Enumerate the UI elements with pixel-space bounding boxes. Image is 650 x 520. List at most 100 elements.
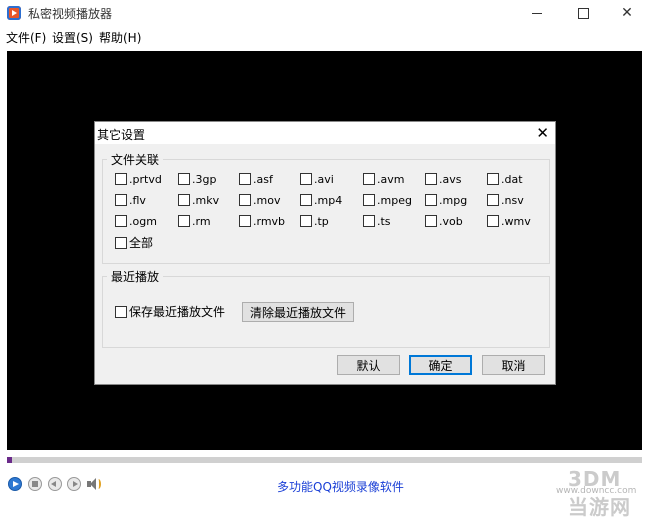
checkbox-vob[interactable]: .vob xyxy=(425,215,463,231)
menu-file[interactable]: 文件(F) xyxy=(6,29,46,46)
sound-wave-icon xyxy=(96,479,101,489)
checkbox-box xyxy=(300,194,312,206)
checkbox-label: .mov xyxy=(253,194,281,207)
recent-play-label: 最近播放 xyxy=(107,268,164,285)
checkbox-rmvb[interactable]: .rmvb xyxy=(239,215,285,231)
window-title: 私密视频播放器 xyxy=(28,7,113,21)
close-icon: ✕ xyxy=(621,5,633,21)
checkbox-label: .asf xyxy=(253,173,273,186)
checkbox-ts[interactable]: .ts xyxy=(363,215,391,231)
checkbox-label: .flv xyxy=(129,194,146,207)
next-button[interactable] xyxy=(67,477,81,491)
close-icon: ✕ xyxy=(536,124,549,142)
checkbox-label: 保存最近播放文件 xyxy=(129,305,226,319)
checkbox-box xyxy=(487,194,499,206)
title-bar: 私密视频播放器 ✕ xyxy=(0,0,650,26)
checkbox-tp[interactable]: .tp xyxy=(300,215,329,231)
checkbox-box xyxy=(425,173,437,185)
checkbox-box xyxy=(239,215,251,227)
ok-button[interactable]: 确定 xyxy=(409,355,472,375)
checkbox-box xyxy=(363,194,375,206)
checkbox-box xyxy=(300,173,312,185)
checkbox-mkv[interactable]: .mkv xyxy=(178,194,219,210)
menu-help[interactable]: 帮助(H) xyxy=(99,29,141,46)
checkbox-box xyxy=(487,173,499,185)
checkbox-box xyxy=(178,215,190,227)
checkbox-label: .mp4 xyxy=(314,194,343,207)
checkbox-label: .3gp xyxy=(192,173,217,186)
checkbox-box xyxy=(487,215,499,227)
close-button[interactable]: ✕ xyxy=(604,0,650,26)
checkbox-mov[interactable]: .mov xyxy=(239,194,280,210)
checkbox-label: .mpg xyxy=(439,194,468,207)
seek-bar-fill xyxy=(7,457,12,463)
checkbox-box xyxy=(363,215,375,227)
checkbox-label: .ogm xyxy=(129,215,157,228)
checkbox-box xyxy=(300,215,312,227)
play-button[interactable] xyxy=(8,477,22,491)
checkbox-box xyxy=(115,215,127,227)
default-button[interactable]: 默认 xyxy=(337,355,400,375)
checkbox-label: .nsv xyxy=(501,194,524,207)
checkbox-rm[interactable]: .rm xyxy=(178,215,211,231)
checkbox-box xyxy=(115,306,127,318)
watermark-site: www.downcc.com xyxy=(556,486,637,496)
seek-bar[interactable] xyxy=(7,457,642,463)
maximize-icon xyxy=(577,7,589,19)
file-association-label: 文件关联 xyxy=(107,151,164,168)
checkbox-label: .avi xyxy=(314,173,334,186)
checkbox-label: .vob xyxy=(439,215,463,228)
other-settings-dialog: 其它设置 ✕ 文件关联 .prtvd .3gp .asf .avi .avm .… xyxy=(94,121,556,385)
checkbox-label: .mkv xyxy=(192,194,220,207)
checkbox-box xyxy=(239,173,251,185)
checkbox-avm[interactable]: .avm xyxy=(363,173,404,189)
app-logo-icon xyxy=(7,6,21,20)
checkbox-asf[interactable]: .asf xyxy=(239,173,273,189)
minimize-icon xyxy=(532,12,542,14)
stop-button[interactable] xyxy=(28,477,42,491)
promo-link[interactable]: 多功能QQ视频录像软件 xyxy=(277,478,404,495)
checkbox-nsv[interactable]: .nsv xyxy=(487,194,524,210)
checkbox-box xyxy=(425,215,437,227)
volume-button[interactable] xyxy=(86,476,102,492)
checkbox-mp4[interactable]: .mp4 xyxy=(300,194,342,210)
previous-button[interactable] xyxy=(48,477,62,491)
checkbox-label: 全部 xyxy=(129,236,154,250)
checkbox-save-recent[interactable]: 保存最近播放文件 xyxy=(115,305,225,321)
dialog-title-bar: 其它设置 ✕ xyxy=(95,122,555,144)
checkbox-label: .rmvb xyxy=(253,215,286,228)
checkbox-wmv[interactable]: .wmv xyxy=(487,215,531,231)
checkbox-box xyxy=(178,194,190,206)
checkbox-label: .rm xyxy=(192,215,211,228)
checkbox-box xyxy=(363,173,375,185)
checkbox-label: .avs xyxy=(439,173,462,186)
checkbox-box xyxy=(115,173,127,185)
checkbox-box xyxy=(178,173,190,185)
clear-recent-button[interactable]: 清除最近播放文件 xyxy=(242,302,354,322)
checkbox-box xyxy=(425,194,437,206)
checkbox-label: .ts xyxy=(377,215,391,228)
checkbox-ogm[interactable]: .ogm xyxy=(115,215,157,231)
checkbox-3gp[interactable]: .3gp xyxy=(178,173,216,189)
checkbox-box xyxy=(239,194,251,206)
maximize-button[interactable] xyxy=(560,0,606,26)
checkbox-mpg[interactable]: .mpg xyxy=(425,194,467,210)
checkbox-label: .wmv xyxy=(501,215,531,228)
checkbox-avs[interactable]: .avs xyxy=(425,173,461,189)
checkbox-label: .mpeg xyxy=(377,194,412,207)
checkbox-dat[interactable]: .dat xyxy=(487,173,523,189)
menu-bar: 文件(F) 设置(S) 帮助(H) xyxy=(0,26,650,46)
checkbox-flv[interactable]: .flv xyxy=(115,194,146,210)
cancel-button[interactable]: 取消 xyxy=(482,355,545,375)
dialog-close-button[interactable]: ✕ xyxy=(536,124,549,142)
checkbox-prtvd[interactable]: .prtvd xyxy=(115,173,162,189)
checkbox-avi[interactable]: .avi xyxy=(300,173,334,189)
menu-settings[interactable]: 设置(S) xyxy=(52,29,93,46)
checkbox-mpeg[interactable]: .mpeg xyxy=(363,194,412,210)
checkbox-all[interactable]: 全部 xyxy=(115,236,153,252)
minimize-button[interactable] xyxy=(514,0,560,26)
checkbox-box xyxy=(115,194,127,206)
checkbox-box xyxy=(115,237,127,249)
dialog-title: 其它设置 xyxy=(97,128,146,142)
checkbox-label: .dat xyxy=(501,173,523,186)
